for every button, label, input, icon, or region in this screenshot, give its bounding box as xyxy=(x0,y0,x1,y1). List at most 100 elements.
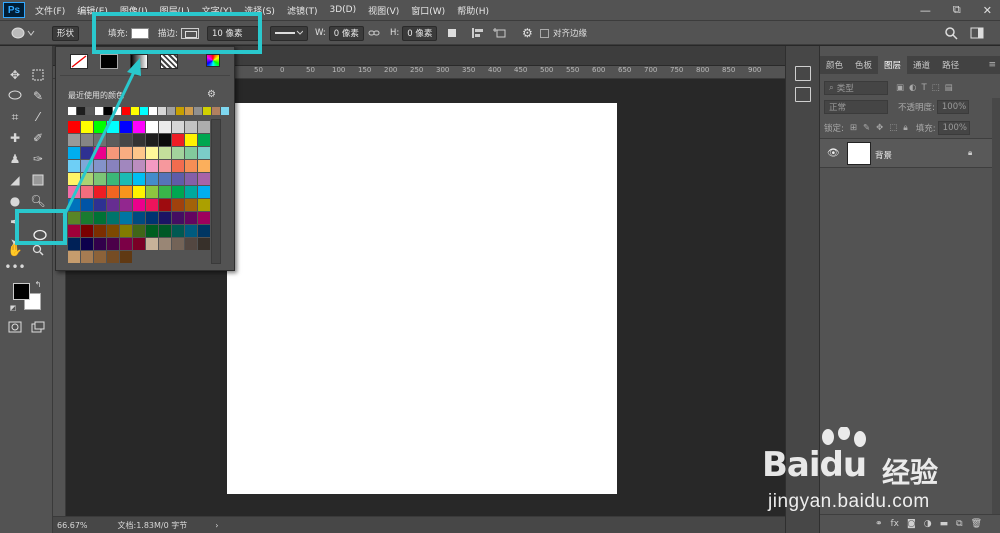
color-swatch[interactable] xyxy=(94,173,106,185)
color-swatch[interactable] xyxy=(81,160,93,172)
color-swatch[interactable] xyxy=(159,173,171,185)
lasso-tool-icon[interactable] xyxy=(6,87,24,105)
add-mask-icon[interactable]: ◙ xyxy=(907,519,916,529)
tool-preset-picker[interactable] xyxy=(10,25,36,41)
color-swatch[interactable] xyxy=(185,160,197,172)
color-swatch[interactable] xyxy=(120,160,132,172)
screen-mode-icon[interactable] xyxy=(29,318,47,336)
menu-3d[interactable]: 3D(D) xyxy=(329,5,356,15)
menu-file[interactable]: 文件(F) xyxy=(35,4,65,17)
height-input[interactable]: 0 像素 xyxy=(402,25,438,41)
color-swatch[interactable] xyxy=(159,160,171,172)
path-alignment-icon[interactable] xyxy=(470,25,486,41)
color-swatch[interactable] xyxy=(107,147,119,159)
color-swatch[interactable] xyxy=(159,238,171,250)
color-swatch[interactable] xyxy=(185,186,197,198)
color-swatch[interactable] xyxy=(185,225,197,237)
recent-color-swatch[interactable] xyxy=(185,107,193,115)
status-menu-arrow-icon[interactable]: › xyxy=(215,521,218,530)
recent-color-swatch[interactable] xyxy=(77,107,85,115)
color-swatch[interactable] xyxy=(146,212,158,224)
stroke-type-select[interactable] xyxy=(270,25,308,41)
color-swatch[interactable] xyxy=(172,160,184,172)
foreground-color-swatch[interactable] xyxy=(13,283,30,300)
color-swatch[interactable] xyxy=(120,147,132,159)
more-tools-icon[interactable]: ••• xyxy=(4,258,25,276)
color-swatch[interactable] xyxy=(172,199,184,211)
opacity-input[interactable]: 100% xyxy=(936,100,969,114)
color-swatch[interactable] xyxy=(159,199,171,211)
color-swatch[interactable] xyxy=(107,121,119,133)
tab-channels[interactable]: 通道 xyxy=(907,56,936,74)
color-picker-button[interactable] xyxy=(206,54,220,67)
tab-color[interactable]: 颜色 xyxy=(820,56,849,74)
color-swatch[interactable] xyxy=(68,121,80,133)
recent-color-swatch[interactable] xyxy=(167,107,175,115)
swatch-settings-gear-icon[interactable]: ⚙ xyxy=(207,89,216,100)
mode-select[interactable]: 形状 xyxy=(52,25,80,41)
tab-swatches[interactable]: 色板 xyxy=(849,56,878,74)
color-swatch[interactable] xyxy=(68,134,80,146)
color-swatch[interactable] xyxy=(68,238,80,250)
color-swatch[interactable] xyxy=(133,212,145,224)
properties-panel-icon[interactable] xyxy=(795,87,811,102)
color-swatch[interactable] xyxy=(120,251,132,263)
adjustment-layer-icon[interactable]: ◑ xyxy=(924,519,932,529)
fill-opacity-input[interactable]: 100% xyxy=(937,121,970,135)
color-swatch[interactable] xyxy=(107,212,119,224)
color-swatch[interactable] xyxy=(81,134,93,146)
color-swatch[interactable] xyxy=(94,121,106,133)
document-canvas[interactable] xyxy=(227,103,617,494)
color-swatch[interactable] xyxy=(172,212,184,224)
history-brush-tool-icon[interactable]: ✑ xyxy=(29,150,47,168)
marquee-tool-icon[interactable] xyxy=(29,66,47,84)
color-swatch[interactable] xyxy=(94,251,106,263)
recent-color-swatch[interactable] xyxy=(221,107,229,115)
color-swatch[interactable] xyxy=(68,225,80,237)
path-arrangement-icon[interactable] xyxy=(493,25,509,41)
no-color-button[interactable] xyxy=(70,54,88,69)
healing-brush-tool-icon[interactable]: ✚ xyxy=(6,129,24,147)
quick-mask-icon[interactable] xyxy=(6,318,24,336)
color-swatch[interactable] xyxy=(94,160,106,172)
color-swatch[interactable] xyxy=(146,238,158,250)
color-swatch[interactable] xyxy=(146,225,158,237)
color-swatch[interactable] xyxy=(107,160,119,172)
color-swatch[interactable] xyxy=(172,121,184,133)
link-layers-icon[interactable]: ⚭ xyxy=(875,519,883,529)
color-swatch[interactable] xyxy=(159,134,171,146)
color-swatch[interactable] xyxy=(81,121,93,133)
color-swatch[interactable] xyxy=(68,251,80,263)
color-swatch[interactable] xyxy=(81,212,93,224)
color-swatch[interactable] xyxy=(68,173,80,185)
blend-mode-select[interactable]: 正常 xyxy=(824,100,888,114)
panel-menu-icon[interactable]: ≡ xyxy=(988,60,996,70)
gradient-button[interactable] xyxy=(130,54,148,69)
color-swatch[interactable] xyxy=(146,186,158,198)
crop-tool-icon[interactable]: ⌗ xyxy=(6,108,24,126)
color-swatch[interactable] xyxy=(120,225,132,237)
zoom-level[interactable]: 66.67% xyxy=(57,521,88,530)
eyedropper-tool-icon[interactable]: ⁄ xyxy=(29,108,47,126)
gradient-tool-icon[interactable] xyxy=(29,171,47,189)
color-swatch[interactable] xyxy=(107,238,119,250)
color-swatch[interactable] xyxy=(120,238,132,250)
color-swatch[interactable] xyxy=(146,199,158,211)
dodge-tool-icon[interactable]: 🔍︎ xyxy=(29,192,47,210)
layer-row[interactable]: 👁︎ 背景 🔒︎ xyxy=(820,138,992,168)
move-tool-icon[interactable]: ✥ xyxy=(6,66,24,84)
search-icon[interactable] xyxy=(944,25,958,41)
color-swatch[interactable] xyxy=(94,186,106,198)
color-swatch[interactable] xyxy=(94,238,106,250)
recent-color-swatch[interactable] xyxy=(194,107,202,115)
eye-icon[interactable]: 👁︎ xyxy=(827,148,840,159)
color-swatch[interactable] xyxy=(185,121,197,133)
color-swatch[interactable] xyxy=(120,186,132,198)
color-swatch[interactable] xyxy=(172,173,184,185)
color-swatch[interactable] xyxy=(133,173,145,185)
menu-view[interactable]: 视图(V) xyxy=(368,4,399,17)
pattern-button[interactable] xyxy=(160,54,178,69)
color-swatch[interactable] xyxy=(172,186,184,198)
color-swatch[interactable] xyxy=(81,173,93,185)
color-swatch[interactable] xyxy=(159,147,171,159)
